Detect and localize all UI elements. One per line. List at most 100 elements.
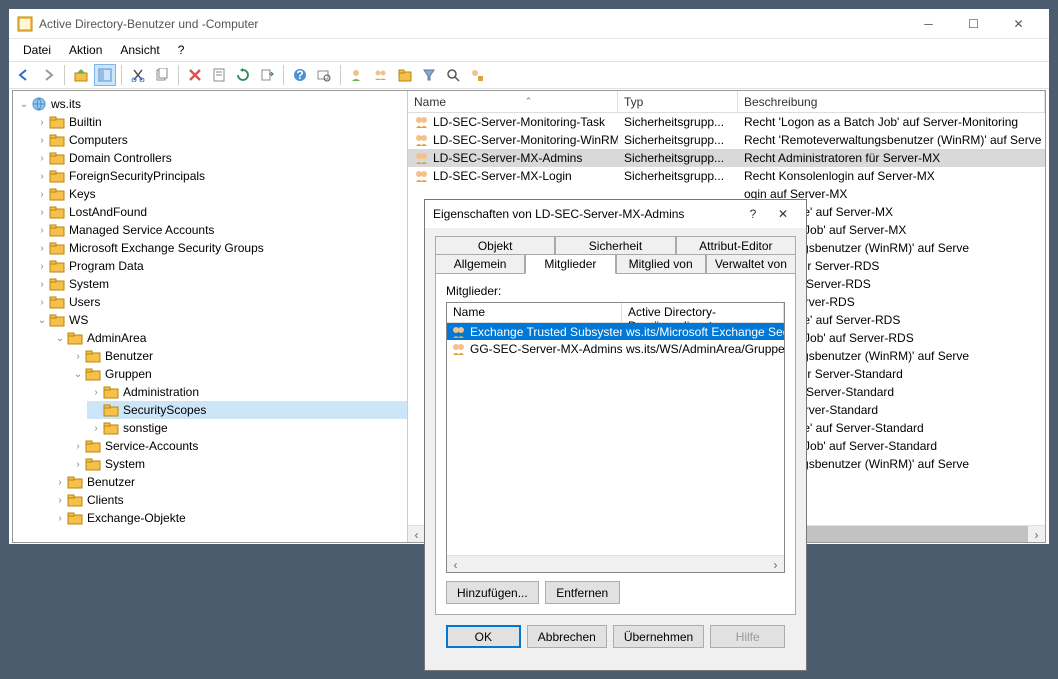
tab-managedby[interactable]: Verwaltet von [706,254,796,273]
tab-memberof[interactable]: Mitglied von [616,254,706,273]
add-button[interactable]: Hinzufügen... [446,581,539,604]
tree-pane[interactable]: ⌄ ws.its ›Builtin›Computers›Domain Contr… [13,91,408,542]
ok-button[interactable]: OK [446,625,521,648]
tree-item[interactable]: ›System [69,455,407,473]
chevron-down-icon[interactable]: ⌄ [71,367,85,381]
tree-root[interactable]: ⌄ ws.its [15,95,407,113]
dialog-help-button[interactable]: ? [738,202,768,226]
help-button[interactable]: ? [289,64,311,86]
chevron-right-icon[interactable]: › [71,349,85,363]
new-group-button[interactable] [370,64,392,86]
tree-item[interactable]: ›ForeignSecurityPrincipals [33,167,407,185]
col-desc[interactable]: Beschreibung [738,91,1045,112]
export-button[interactable] [256,64,278,86]
properties-button[interactable] [208,64,230,86]
member-row[interactable]: GG-SEC-Server-MX-Adminsws.its/WS/AdminAr… [447,340,784,357]
tree-item[interactable]: ›Administration [87,383,407,401]
tree-item[interactable]: ›Benutzer [51,473,407,491]
tree-item[interactable]: ›Exchange-Objekte [51,509,407,527]
tree-item[interactable]: ›Clients [51,491,407,509]
tab-general[interactable]: Allgemein [435,254,525,273]
copy-button[interactable] [151,64,173,86]
tree-item[interactable]: ›Domain Controllers [33,149,407,167]
new-user-button[interactable] [346,64,368,86]
member-col-name[interactable]: Name [447,303,622,322]
dialog-close-button[interactable]: ✕ [768,202,798,226]
chevron-right-icon[interactable]: › [35,241,49,255]
chevron-right-icon[interactable]: › [35,115,49,129]
close-button[interactable]: ✕ [996,10,1041,38]
chevron-down-icon[interactable]: ⌄ [17,97,31,111]
nav-forward-button[interactable] [37,64,59,86]
filter-button[interactable] [418,64,440,86]
chevron-right-icon[interactable]: › [71,439,85,453]
maximize-button[interactable]: ☐ [951,10,996,38]
tab-security[interactable]: Sicherheit [555,236,675,255]
tree-adminarea[interactable]: ⌄ AdminArea [51,329,407,347]
tree-item[interactable]: ›Microsoft Exchange Security Groups [33,239,407,257]
col-type[interactable]: Typ [618,91,738,112]
up-button[interactable] [70,64,92,86]
add-to-group-button[interactable] [466,64,488,86]
cut-button[interactable] [127,64,149,86]
tab-object[interactable]: Objekt [435,236,555,255]
tree-item[interactable]: ›Keys [33,185,407,203]
chevron-right-icon[interactable]: › [35,259,49,273]
chevron-right-icon[interactable]: › [35,295,49,309]
tree-securityscopes[interactable]: SecurityScopes [87,401,407,419]
nav-back-button[interactable] [13,64,35,86]
find-button[interactable] [313,64,335,86]
refresh-button[interactable] [232,64,254,86]
chevron-right-icon[interactable]: › [35,205,49,219]
list-row[interactable]: LD-SEC-Server-MX-AdminsSicherheitsgrupp.… [408,149,1045,167]
chevron-right-icon[interactable]: › [35,151,49,165]
menu-action[interactable]: Aktion [61,41,110,59]
chevron-right-icon[interactable]: › [35,169,49,183]
tree-item[interactable]: ›Service-Accounts [69,437,407,455]
tree-item[interactable]: ›sonstige [87,419,407,437]
members-list[interactable]: Name Active Directory-Domänendienste Exc… [446,302,785,573]
tree-item[interactable]: ›Users [33,293,407,311]
tree-item[interactable]: ›LostAndFound [33,203,407,221]
show-tree-button[interactable] [94,64,116,86]
tree-ws[interactable]: ⌄ WS [33,311,407,329]
scroll-left-icon[interactable]: ‹ [408,526,425,542]
chevron-right-icon[interactable]: › [53,493,67,507]
list-row[interactable]: LD-SEC-Server-MX-LoginSicherheitsgrupp..… [408,167,1045,185]
tab-members[interactable]: Mitglieder [525,254,615,274]
chevron-right-icon[interactable]: › [71,457,85,471]
list-row[interactable]: LD-SEC-Server-Monitoring-TaskSicherheits… [408,113,1045,131]
remove-button[interactable]: Entfernen [545,581,620,604]
new-ou-button[interactable] [394,64,416,86]
list-row[interactable]: LD-SEC-Server-Monitoring-WinRMSicherheit… [408,131,1045,149]
members-scrollbar[interactable]: ‹ › [447,555,784,572]
tab-attribute-editor[interactable]: Attribut-Editor [676,236,796,255]
minimize-button[interactable]: ─ [906,10,951,38]
col-name[interactable]: Name⌃ [408,91,618,112]
tree-item[interactable]: ›Benutzer [69,347,407,365]
tree-item[interactable]: ›System [33,275,407,293]
chevron-down-icon[interactable]: ⌄ [35,313,49,327]
chevron-right-icon[interactable]: › [35,277,49,291]
menu-view[interactable]: Ansicht [112,41,167,59]
tree-item[interactable]: ›Builtin [33,113,407,131]
menu-help[interactable]: ? [170,41,193,59]
delete-button[interactable] [184,64,206,86]
member-col-folder[interactable]: Active Directory-Domänendienste [622,303,784,322]
chevron-down-icon[interactable]: ⌄ [53,331,67,345]
tree-item[interactable]: ›Computers [33,131,407,149]
scroll-right-icon[interactable]: › [1028,526,1045,542]
scroll-right-icon[interactable]: › [767,556,784,573]
search-button[interactable] [442,64,464,86]
tree-item[interactable]: ›Managed Service Accounts [33,221,407,239]
chevron-right-icon[interactable]: › [35,223,49,237]
chevron-right-icon[interactable]: › [89,421,103,435]
chevron-right-icon[interactable]: › [35,187,49,201]
member-row[interactable]: Exchange Trusted Subsystemws.its/Microso… [447,323,784,340]
chevron-right-icon[interactable]: › [89,385,103,399]
menu-file[interactable]: Datei [15,41,59,59]
tree-gruppen[interactable]: ⌄Gruppen [69,365,407,383]
apply-button[interactable]: Übernehmen [613,625,704,648]
chevron-right-icon[interactable]: › [53,475,67,489]
cancel-button[interactable]: Abbrechen [527,625,607,648]
